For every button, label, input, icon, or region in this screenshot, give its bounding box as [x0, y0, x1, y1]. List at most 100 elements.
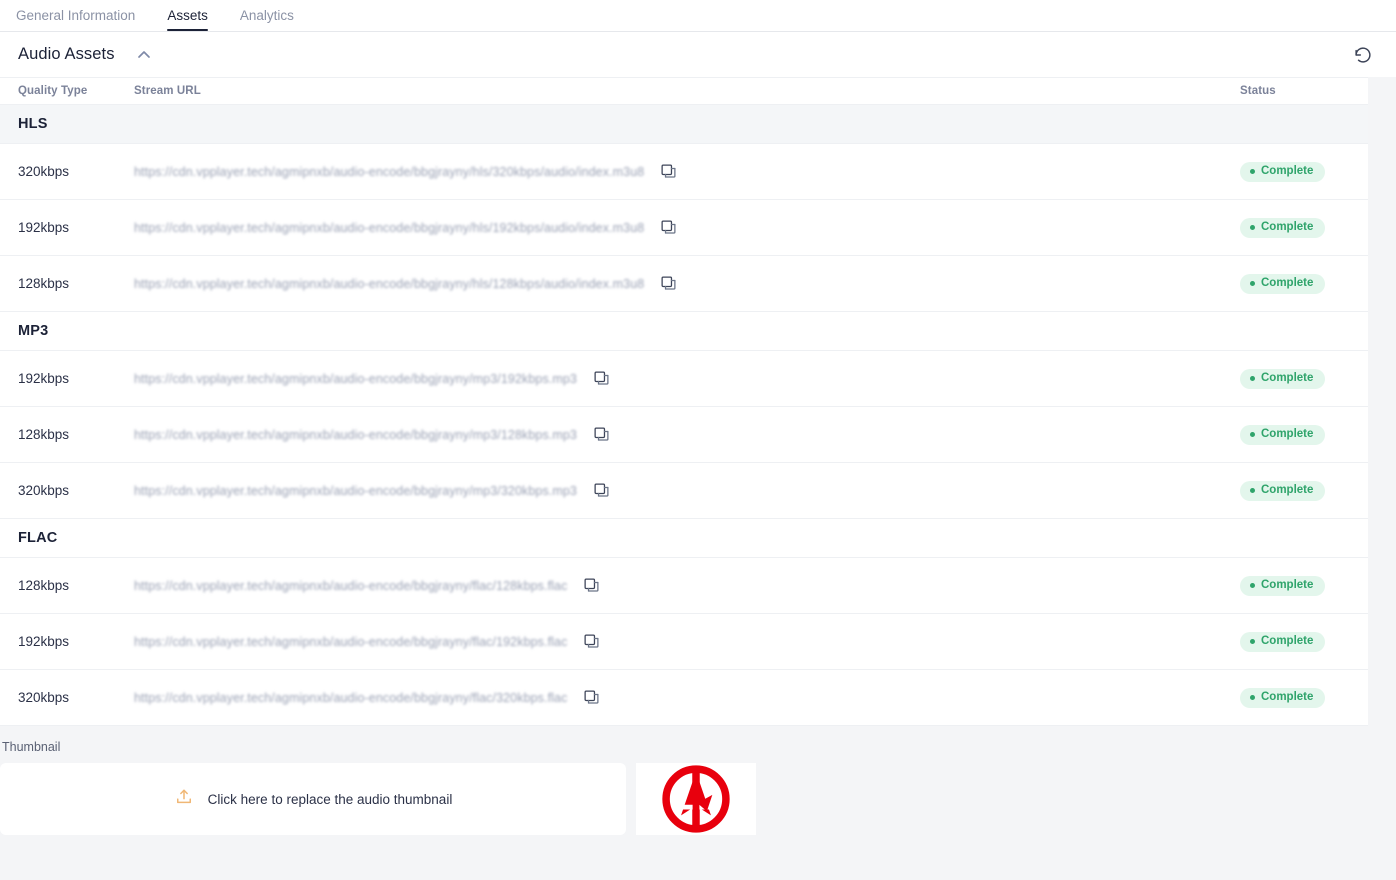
stream-url-text: https://cdn.vpplayer.tech/agmipnxb/audio… [134, 483, 577, 498]
cell-quality-type: 128kbps [18, 276, 70, 291]
status-badge-label: Complete [1261, 635, 1314, 648]
cell-quality-type: 320kbps [18, 164, 70, 179]
status-badge-label: Complete [1261, 372, 1314, 385]
table-row: 320kbps https://cdn.vpplayer.tech/agmipn… [0, 670, 1368, 726]
status-dot-icon [1250, 376, 1255, 382]
tab-label: Analytics [239, 7, 294, 23]
copy-icon[interactable] [591, 425, 611, 445]
status-dot-icon [1250, 695, 1255, 701]
audio-assets-table: Quality Type Stream URL Status HLS 320kb… [0, 77, 1368, 726]
copy-icon[interactable] [591, 481, 611, 501]
cell-status: Complete [1240, 161, 1368, 182]
status-badge: Complete [1240, 369, 1326, 389]
stream-url-text: https://cdn.vpplayer.tech/agmipnxb/audio… [134, 371, 577, 386]
group-label: FLAC [18, 530, 58, 546]
table-row: 128kbps https://cdn.vpplayer.tech/agmipn… [0, 407, 1368, 463]
status-dot-icon [1250, 225, 1255, 231]
cell-quality-type: 192kbps [18, 371, 70, 386]
group-header-row: FLAC [0, 519, 1368, 558]
copy-icon[interactable] [581, 632, 601, 652]
table-body: HLS 320kbps https://cdn.vpplayer.tech/ag… [0, 105, 1368, 726]
tab-assets[interactable]: Assets [151, 8, 224, 32]
cell-status: Complete [1240, 631, 1368, 652]
status-badge: Complete [1240, 688, 1326, 708]
table-header-row: Quality Type Stream URL Status [0, 77, 1368, 105]
cell-stream-url: https://cdn.vpplayer.tech/agmipnxb/audio… [134, 576, 1240, 596]
stream-url-text: https://cdn.vpplayer.tech/agmipnxb/audio… [134, 427, 577, 442]
cell-status: Complete [1240, 480, 1368, 501]
cell-status: Complete [1240, 368, 1368, 389]
stream-url-text: https://cdn.vpplayer.tech/agmipnxb/audio… [134, 276, 645, 291]
status-dot-icon [1250, 281, 1255, 287]
status-badge-label: Complete [1261, 579, 1314, 592]
stream-url-text: https://cdn.vpplayer.tech/agmipnxb/audio… [134, 690, 568, 705]
status-badge-label: Complete [1261, 691, 1314, 704]
cell-stream-url: https://cdn.vpplayer.tech/agmipnxb/audio… [134, 274, 1240, 294]
cell-status: Complete [1240, 217, 1368, 238]
status-dot-icon [1250, 583, 1255, 589]
status-badge: Complete [1240, 481, 1326, 501]
cell-quality-type: 320kbps [18, 690, 70, 705]
cell-stream-url: https://cdn.vpplayer.tech/agmipnxb/audio… [134, 688, 1240, 708]
table-row: 192kbps https://cdn.vpplayer.tech/agmipn… [0, 351, 1368, 407]
status-badge-label: Complete [1261, 428, 1314, 441]
cell-stream-url: https://cdn.vpplayer.tech/agmipnxb/audio… [134, 162, 1240, 182]
cell-quality-type: 128kbps [18, 578, 70, 593]
group-label: MP3 [18, 323, 49, 339]
avengers-logo [636, 763, 756, 835]
assets-page: General Information Assets Analytics Aud… [0, 0, 1396, 880]
cell-stream-url: https://cdn.vpplayer.tech/agmipnxb/audio… [134, 425, 1240, 445]
column-header-status: Status [1240, 85, 1276, 97]
table-row: 320kbps https://cdn.vpplayer.tech/agmipn… [0, 463, 1368, 519]
stream-url-text: https://cdn.vpplayer.tech/agmipnxb/audio… [134, 578, 568, 593]
table-row: 128kbps https://cdn.vpplayer.tech/agmipn… [0, 256, 1368, 312]
audio-assets-section-header: Audio Assets [0, 32, 1396, 77]
thumbnail-row: Click here to replace the audio thumbnai… [0, 763, 1396, 835]
status-badge: Complete [1240, 632, 1326, 652]
thumbnail-dropzone[interactable]: Click here to replace the audio thumbnai… [0, 763, 626, 835]
copy-icon[interactable] [591, 369, 611, 389]
copy-icon[interactable] [581, 576, 601, 596]
cell-status: Complete [1240, 575, 1368, 596]
tab-general-information[interactable]: General Information [0, 7, 151, 32]
status-dot-icon [1250, 432, 1255, 438]
status-badge-label: Complete [1261, 484, 1314, 497]
cell-status: Complete [1240, 687, 1368, 708]
status-badge-label: Complete [1261, 277, 1314, 290]
cell-quality-type: 128kbps [18, 427, 70, 442]
status-badge-label: Complete [1261, 221, 1314, 234]
group-header-row: MP3 [0, 312, 1368, 351]
cell-status: Complete [1240, 273, 1368, 294]
refresh-ccw-icon[interactable] [1342, 34, 1384, 76]
status-badge-label: Complete [1261, 165, 1314, 178]
upload-icon [174, 787, 194, 812]
cell-stream-url: https://cdn.vpplayer.tech/agmipnxb/audio… [134, 218, 1240, 238]
stream-url-text: https://cdn.vpplayer.tech/agmipnxb/audio… [134, 220, 645, 235]
stream-url-text: https://cdn.vpplayer.tech/agmipnxb/audio… [134, 164, 645, 179]
chevron-up-icon[interactable] [133, 44, 155, 66]
status-dot-icon [1250, 639, 1255, 645]
cell-stream-url: https://cdn.vpplayer.tech/agmipnxb/audio… [134, 369, 1240, 389]
table-row: 192kbps https://cdn.vpplayer.tech/agmipn… [0, 200, 1368, 256]
group-label: HLS [18, 116, 48, 132]
tab-analytics[interactable]: Analytics [224, 7, 310, 32]
copy-icon[interactable] [581, 688, 601, 708]
cell-stream-url: https://cdn.vpplayer.tech/agmipnxb/audio… [134, 632, 1240, 652]
table-row: 320kbps https://cdn.vpplayer.tech/agmipn… [0, 144, 1368, 200]
thumbnail-dropzone-label: Click here to replace the audio thumbnai… [207, 791, 453, 807]
status-badge: Complete [1240, 425, 1326, 445]
thumbnail-section: Thumbnail Click here to replace the audi… [0, 726, 1396, 835]
cell-quality-type: 192kbps [18, 634, 70, 649]
column-header-stream-url: Stream URL [134, 85, 201, 97]
copy-icon[interactable] [658, 218, 678, 238]
status-badge: Complete [1240, 576, 1326, 596]
status-dot-icon [1250, 488, 1255, 494]
stream-url-text: https://cdn.vpplayer.tech/agmipnxb/audio… [134, 634, 568, 649]
tab-label: General Information [16, 7, 136, 23]
copy-icon[interactable] [658, 162, 678, 182]
copy-icon[interactable] [658, 274, 678, 294]
group-header-row: HLS [0, 105, 1368, 144]
page-title: Audio Assets [18, 45, 115, 63]
table-row: 128kbps https://cdn.vpplayer.tech/agmipn… [0, 558, 1368, 614]
table-row: 192kbps https://cdn.vpplayer.tech/agmipn… [0, 614, 1368, 670]
